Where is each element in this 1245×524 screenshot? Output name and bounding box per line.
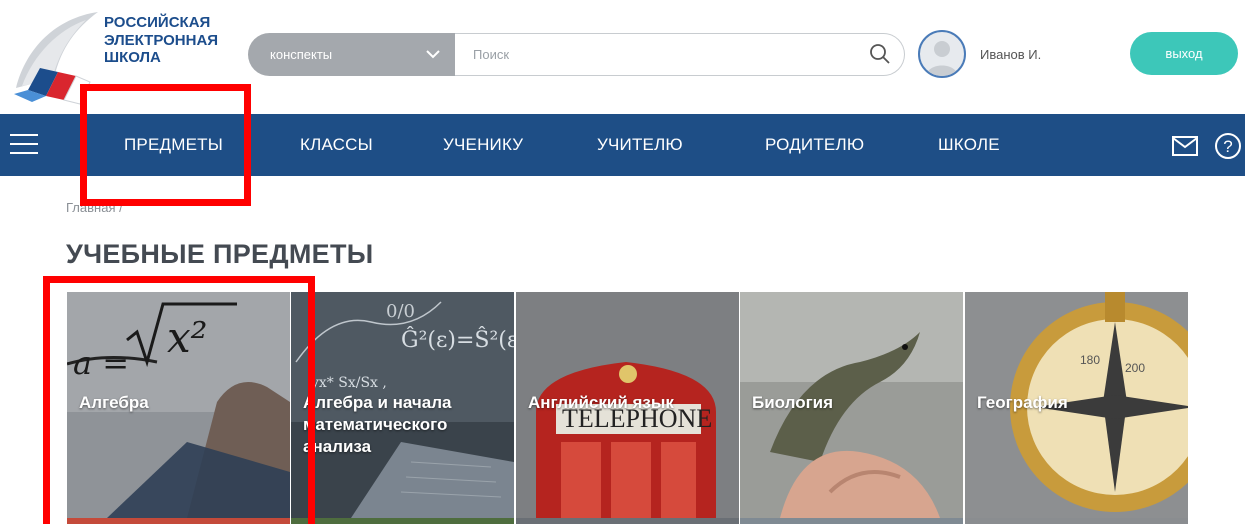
chevron-down-icon — [426, 50, 440, 59]
svg-text:Ĝ²(ε)=Ŝ²(ε): Ĝ²(ε)=Ŝ²(ε) — [401, 326, 514, 353]
svg-text:a =: a = — [73, 344, 129, 382]
user-silhouette-icon — [926, 41, 958, 76]
subject-label: Алгебра и начала математического анализа — [303, 393, 452, 456]
svg-text:180: 180 — [1080, 353, 1100, 367]
subject-tiles: a = x² Алгебра yx* Sx/Sx , Ĝ²(ε)=Ŝ²(ε) 0… — [67, 292, 1189, 524]
logo-text[interactable]: РОССИЙСКАЯ ЭЛЕКТРОННАЯ ШКОЛА — [104, 14, 218, 67]
search-icon[interactable] — [869, 43, 891, 65]
search-bar: конспекты — [248, 33, 905, 76]
search-category-value: конспекты — [270, 47, 333, 62]
logo-emblem-icon — [14, 12, 98, 105]
svg-text:?: ? — [1223, 137, 1232, 156]
page: РОССИЙСКАЯ ЭЛЕКТРОННАЯ ШКОЛА конспекты П… — [0, 0, 1245, 524]
subject-tile-algebra[interactable]: a = x² Алгебра — [67, 292, 290, 518]
subject-tile-next-row[interactable] — [965, 518, 1188, 524]
help-icon[interactable]: ? — [1214, 132, 1242, 160]
nav-item-parents[interactable]: РОДИТЕЛЮ — [765, 114, 864, 176]
main-nav: ПРЕДМЕТЫ КЛАССЫ УЧЕНИКУ УЧИТЕЛЮ РОДИТЕЛЮ… — [0, 114, 1245, 176]
subject-tile-next-row[interactable] — [516, 518, 739, 524]
menu-hamburger-icon[interactable] — [10, 134, 38, 156]
search-category-select[interactable]: конспекты — [248, 33, 455, 76]
subject-tile-next-row[interactable] — [740, 518, 963, 524]
subject-label: Английский язык — [528, 393, 674, 412]
subject-tile-geography[interactable]: 200 180 География — [965, 292, 1188, 518]
svg-text:200: 200 — [1125, 361, 1145, 375]
logo-line-2: ЭЛЕКТРОННАЯ — [104, 31, 219, 49]
svg-text:0/0: 0/0 — [386, 301, 415, 322]
logo[interactable] — [6, 8, 102, 108]
logo-line-1: РОССИЙСКАЯ — [104, 14, 211, 31]
breadcrumb[interactable]: Главная / — [66, 200, 123, 215]
user-name[interactable]: Иванов И. — [980, 47, 1041, 62]
mail-icon[interactable] — [1172, 136, 1198, 156]
avatar[interactable] — [918, 30, 966, 78]
logo-line-3: ШКОЛА — [104, 49, 161, 66]
nav-item-students[interactable]: УЧЕНИКУ — [443, 114, 523, 176]
subject-tile-next-row[interactable] — [291, 518, 514, 524]
subject-tile-algebra-analysis[interactable]: yx* Sx/Sx , Ĝ²(ε)=Ŝ²(ε) 0/0 Алгебра и на… — [291, 292, 514, 518]
page-title: УЧЕБНЫЕ ПРЕДМЕТЫ — [66, 239, 374, 269]
svg-text:x²: x² — [167, 313, 208, 362]
subject-tile-english[interactable]: TELEPHONE Английский язык — [516, 292, 739, 518]
subject-label: Алгебра — [79, 393, 149, 412]
nav-item-schools[interactable]: ШКОЛЕ — [938, 114, 1000, 176]
subject-label: Биология — [752, 393, 834, 412]
svg-text:yx* Sx/Sx ,: yx* Sx/Sx , — [310, 375, 387, 391]
nav-item-teachers[interactable]: УЧИТЕЛЮ — [597, 114, 683, 176]
subject-tile-biology[interactable]: Биология — [740, 292, 963, 518]
logout-button[interactable]: выход — [1130, 32, 1238, 75]
header: РОССИЙСКАЯ ЭЛЕКТРОННАЯ ШКОЛА конспекты П… — [0, 0, 1245, 114]
subject-label: География — [977, 393, 1068, 412]
nav-item-subjects[interactable]: ПРЕДМЕТЫ — [124, 114, 223, 176]
subject-tile-next-row[interactable] — [67, 518, 290, 524]
nav-item-classes[interactable]: КЛАССЫ — [300, 114, 373, 176]
search-input[interactable] — [455, 33, 905, 76]
